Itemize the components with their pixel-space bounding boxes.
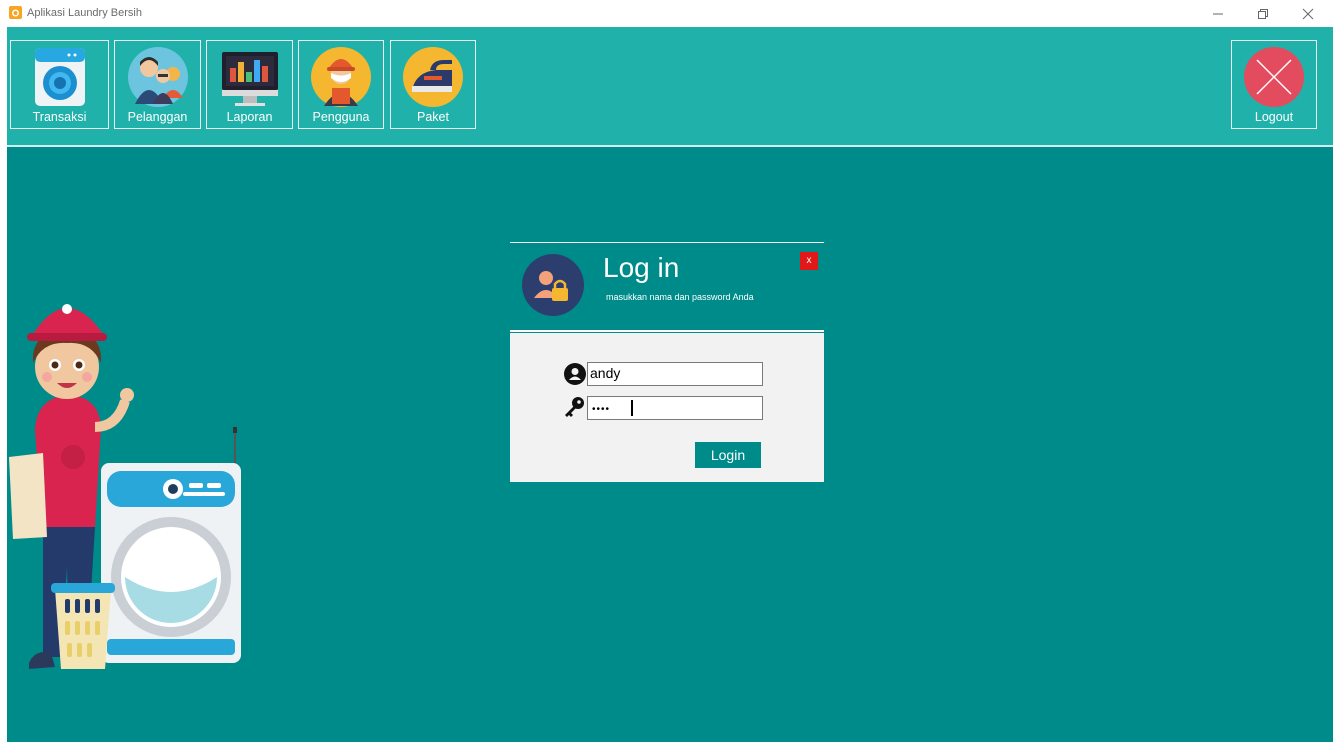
password-mask: •••• <box>592 404 611 415</box>
transaksi-button[interactable]: Transaksi <box>10 40 109 129</box>
restore-icon <box>1258 9 1268 19</box>
iron-icon <box>403 47 463 107</box>
customers-icon <box>127 47 188 107</box>
window-title: Aplikasi Laundry Bersih <box>27 7 142 19</box>
key-icon <box>565 397 584 417</box>
close-x-icon <box>1244 47 1304 107</box>
pengguna-label: Pengguna <box>312 110 370 124</box>
username-input[interactable]: andy <box>587 362 763 386</box>
logout-label: Logout <box>1254 110 1294 124</box>
user-icon <box>564 363 586 385</box>
report-monitor-icon <box>221 52 278 106</box>
restore-button[interactable] <box>1243 0 1283 27</box>
login-form: andy •••• Login <box>510 333 824 482</box>
minimize-icon <box>1213 13 1223 15</box>
user-lock-icon <box>522 254 584 316</box>
login-header: Log in masukkan nama dan password Anda x <box>510 242 824 332</box>
transaksi-label: Transaksi <box>32 110 87 124</box>
password-input[interactable]: •••• <box>587 396 763 420</box>
paket-button[interactable]: Paket <box>390 40 476 129</box>
app-icon <box>9 6 22 19</box>
paket-label: Paket <box>417 110 449 124</box>
text-caret <box>631 400 633 416</box>
laporan-button[interactable]: Laporan <box>206 40 293 129</box>
worker-icon <box>311 47 371 107</box>
close-window-button[interactable] <box>1288 0 1328 27</box>
pelanggan-button[interactable]: Pelanggan <box>114 40 201 129</box>
login-close-button[interactable]: x <box>800 252 818 270</box>
close-icon <box>1302 8 1314 20</box>
title-bar: Aplikasi Laundry Bersih <box>0 0 1333 27</box>
main-area: Log in masukkan nama dan password Anda x… <box>7 147 1333 742</box>
login-button[interactable]: Login <box>695 442 761 468</box>
minimize-button[interactable] <box>1198 0 1238 27</box>
login-title: Log in <box>603 252 680 283</box>
window-left-border <box>0 27 7 742</box>
pengguna-button[interactable]: Pengguna <box>298 40 384 129</box>
logout-button[interactable]: Logout <box>1231 40 1317 129</box>
pelanggan-label: Pelanggan <box>127 110 188 124</box>
laundry-mascot-illustration <box>9 304 241 669</box>
login-divider-bottom <box>510 330 824 332</box>
login-divider-top <box>510 242 824 243</box>
washing-machine-icon <box>34 48 85 106</box>
toolbar: Transaksi Pelanggan Laporan Pengguna Pak… <box>7 27 1333 145</box>
laporan-label: Laporan <box>226 110 273 124</box>
login-subtitle: masukkan nama dan password Anda <box>606 292 754 302</box>
username-value: andy <box>590 365 621 381</box>
